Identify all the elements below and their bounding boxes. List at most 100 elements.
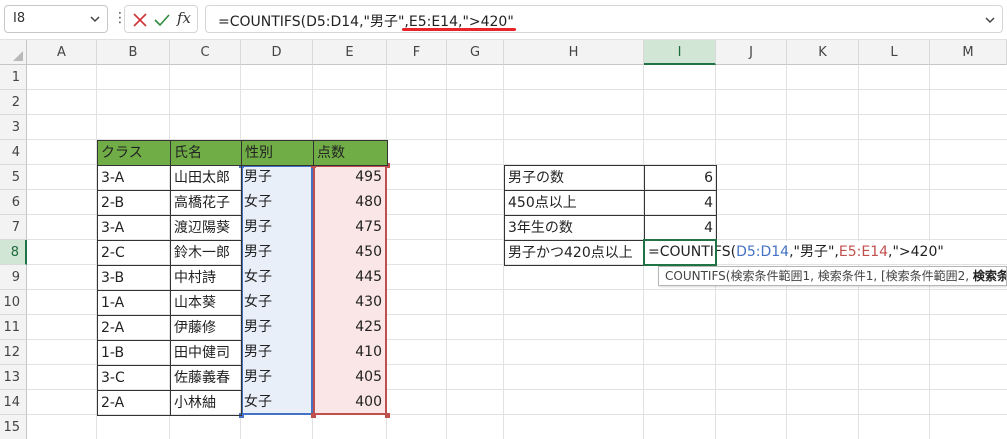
row-header-3[interactable]: 3	[0, 115, 27, 140]
table-cell[interactable]: 450	[313, 240, 388, 266]
column-header-f[interactable]: F	[387, 40, 447, 65]
column-header-j[interactable]: J	[716, 40, 787, 65]
table-cell[interactable]: 430	[313, 290, 388, 316]
table-cell[interactable]: 男子	[241, 315, 314, 341]
table-header-cell[interactable]: 性別	[241, 140, 314, 166]
table-cell[interactable]: 男子	[241, 165, 314, 191]
table-cell[interactable]: 伊藤修	[170, 315, 242, 341]
row-header-15[interactable]: 15	[0, 415, 27, 439]
table-header-cell[interactable]: クラス	[97, 140, 171, 166]
table-cell[interactable]: 400	[313, 390, 388, 416]
gridline-horizontal	[27, 114, 1007, 115]
cancel-icon[interactable]	[131, 11, 149, 29]
summary-label-cell[interactable]: 男子の数	[504, 165, 645, 191]
table-cell[interactable]: 高橋花子	[170, 190, 242, 216]
tooltip-current-argument: 検索条件2]	[972, 269, 1007, 283]
formula-buttons: fx	[124, 5, 198, 33]
row-header-14[interactable]: 14	[0, 390, 27, 415]
table-cell[interactable]: 410	[313, 340, 388, 366]
table-cell[interactable]: 男子	[241, 365, 314, 391]
table-cell[interactable]: 小林紬	[170, 390, 242, 416]
table-cell[interactable]: 3-C	[97, 365, 171, 391]
row-header-4[interactable]: 4	[0, 140, 27, 165]
row-header-12[interactable]: 12	[0, 340, 27, 365]
table-cell[interactable]: 495	[313, 165, 388, 191]
table-cell[interactable]: 2-A	[97, 315, 171, 341]
name-box[interactable]: I8	[4, 5, 108, 33]
summary-value-cell[interactable]: 4	[644, 215, 717, 241]
active-cell-border	[643, 239, 717, 266]
summary-label-cell[interactable]: 3年生の数	[504, 215, 645, 241]
insert-function-icon[interactable]: fx	[177, 9, 195, 27]
row-header-9[interactable]: 9	[0, 265, 27, 290]
table-cell[interactable]: 山田太郎	[170, 165, 242, 191]
table-cell[interactable]: 1-A	[97, 290, 171, 316]
column-header-b[interactable]: B	[97, 40, 170, 65]
table-cell[interactable]: 425	[313, 315, 388, 341]
table-cell[interactable]: 山本葵	[170, 290, 242, 316]
table-header-cell[interactable]: 点数	[313, 140, 388, 166]
formula-input[interactable]: =COUNTIFS(D5:D14,"男子",E5:E14,">420"	[205, 5, 1003, 33]
column-header-m[interactable]: M	[930, 40, 1007, 65]
table-cell[interactable]: 3-A	[97, 215, 171, 241]
table-cell[interactable]: 中村詩	[170, 265, 242, 291]
table-header-cell[interactable]: 氏名	[170, 140, 242, 166]
table-cell[interactable]: 1-B	[97, 340, 171, 366]
table-cell[interactable]: 405	[313, 365, 388, 391]
column-header-c[interactable]: C	[170, 40, 241, 65]
table-cell[interactable]: 480	[313, 190, 388, 216]
table-cell[interactable]: 3-B	[97, 265, 171, 291]
chevron-down-icon[interactable]	[89, 13, 101, 25]
row-header-8[interactable]: 8	[0, 240, 27, 265]
table-cell[interactable]: 鈴木一郎	[170, 240, 242, 266]
column-header-h[interactable]: H	[504, 40, 644, 65]
row-header-13[interactable]: 13	[0, 365, 27, 390]
table-cell[interactable]: 女子	[241, 265, 314, 291]
summary-label-cell[interactable]: 450点以上	[504, 190, 645, 216]
table-cell[interactable]: 女子	[241, 290, 314, 316]
table-cell[interactable]: 女子	[241, 390, 314, 416]
table-cell[interactable]: 男子	[241, 240, 314, 266]
column-header-l[interactable]: L	[859, 40, 930, 65]
table-cell[interactable]: 2-B	[97, 190, 171, 216]
summary-label-cell[interactable]: 男子かつ420点以上	[504, 240, 645, 266]
gridline-vertical	[446, 65, 447, 439]
select-all-corner[interactable]	[0, 40, 27, 65]
row-header-10[interactable]: 10	[0, 290, 27, 315]
table-cell[interactable]: 佐藤義春	[170, 365, 242, 391]
table-cell[interactable]: 2-A	[97, 390, 171, 416]
table-cell[interactable]: 田中健司	[170, 340, 242, 366]
edit-formula-part-ref2: E5:E14	[838, 244, 889, 260]
summary-value-cell[interactable]: 6	[644, 165, 717, 191]
column-header-g[interactable]: G	[447, 40, 504, 65]
name-box-value: I8	[13, 11, 26, 26]
table-cell[interactable]: 2-C	[97, 240, 171, 266]
edit-formula-part-suffix: ,">420"	[888, 244, 944, 260]
row-header-11[interactable]: 11	[0, 315, 27, 340]
column-header-e[interactable]: E	[313, 40, 387, 65]
formula-highlight-underline	[402, 28, 516, 31]
table-cell[interactable]: 475	[313, 215, 388, 241]
row-header-7[interactable]: 7	[0, 215, 27, 240]
table-cell[interactable]: 男子	[241, 340, 314, 366]
column-header-i[interactable]: I	[644, 40, 716, 65]
row-header-6[interactable]: 6	[0, 190, 27, 215]
column-header-k[interactable]: K	[787, 40, 859, 65]
enter-check-icon[interactable]	[153, 11, 171, 29]
table-cell[interactable]: 445	[313, 265, 388, 291]
row-header-1[interactable]: 1	[0, 65, 27, 90]
table-cell[interactable]: 渡辺陽葵	[170, 215, 242, 241]
table-cell[interactable]: 女子	[241, 190, 314, 216]
row-header-5[interactable]: 5	[0, 165, 27, 190]
expand-formula-bar-icon[interactable]	[984, 14, 996, 26]
column-header-d[interactable]: D	[241, 40, 313, 65]
summary-value-cell[interactable]: 4	[644, 190, 717, 216]
row-header-2[interactable]: 2	[0, 90, 27, 115]
edit-formula-part-mid: ,"男子",	[789, 244, 839, 260]
select-all-icon	[13, 51, 23, 61]
column-header-a[interactable]: A	[27, 40, 97, 65]
table-cell[interactable]: 男子	[241, 215, 314, 241]
table-cell[interactable]: 3-A	[97, 165, 171, 191]
spreadsheet-grid[interactable]: A B C D E F G H I J K L M 1 2 3 4 5 6 7 8 9 10 11 12 13 14 15 クラス 氏名性…	[0, 40, 1007, 439]
gridline-horizontal	[27, 89, 1007, 90]
